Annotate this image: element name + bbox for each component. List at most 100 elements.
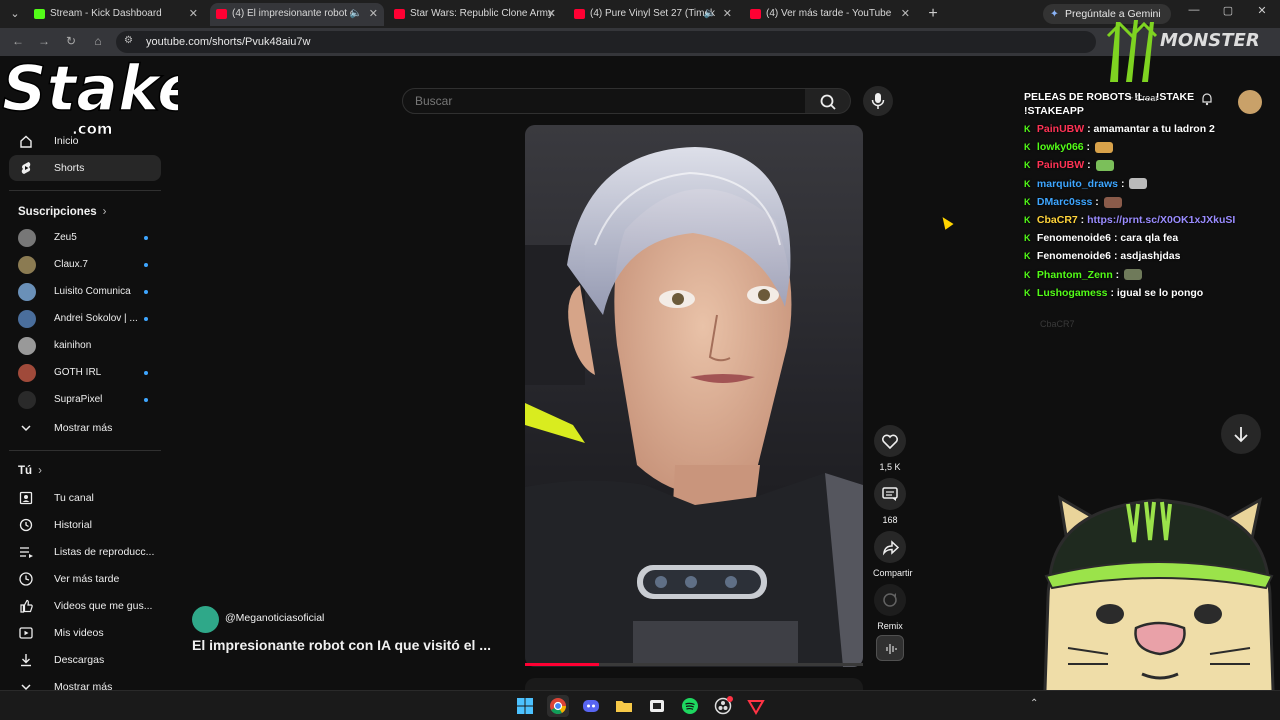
clock-icon — [19, 572, 33, 586]
close-window-button[interactable]: ✕ — [1252, 4, 1272, 17]
short-title[interactable]: El impresionante robot con IA que visitó… — [192, 637, 491, 653]
start-button[interactable] — [514, 695, 536, 717]
spotify-taskbar-button[interactable] — [679, 695, 701, 717]
subscription-item[interactable]: Luisito Comunica — [18, 280, 158, 302]
nav-you-item[interactable]: Descargas — [9, 647, 161, 673]
media-app-taskbar-button[interactable] — [646, 695, 668, 717]
video-progress-bar[interactable] — [525, 663, 863, 666]
subscription-item[interactable]: SupraPixel — [18, 388, 158, 410]
comment-icon — [882, 487, 898, 501]
like-button[interactable]: 1,5 K — [873, 425, 907, 473]
maximize-button[interactable]: ▢ — [1218, 4, 1238, 17]
nav-item-label: Videos que me gus... — [54, 600, 153, 612]
chat-message: K lowky066 : — [1024, 140, 1113, 154]
search-input[interactable] — [403, 89, 805, 113]
file-explorer-taskbar-button[interactable] — [613, 695, 635, 717]
new-content-dot — [144, 317, 148, 321]
new-content-dot — [144, 398, 148, 402]
channel-avatar — [18, 391, 36, 409]
browser-tab[interactable]: Stream - Kick Dashboard ✕ — [28, 3, 204, 26]
show-more-subscriptions[interactable]: Mostrar más — [9, 415, 161, 441]
stream-title: PELEAS DE ROBOTS !L... !STAKE !STAKEAPP — [1024, 91, 1195, 117]
discord-taskbar-button[interactable] — [580, 695, 602, 717]
chat-username: Lushogamess — [1036, 286, 1108, 299]
tab-title: Stream - Kick Dashboard — [50, 8, 162, 19]
kick-badge-icon: K — [1024, 269, 1031, 280]
chrome-taskbar-button[interactable] — [547, 695, 569, 717]
subscription-label: Claux.7 — [54, 259, 88, 270]
chat-emote-icon — [1129, 178, 1148, 190]
tab-close-icon[interactable]: ✕ — [723, 3, 732, 25]
tab-close-icon[interactable]: ✕ — [901, 3, 910, 25]
tab-close-icon[interactable]: ✕ — [189, 3, 198, 25]
browser-tab[interactable]: (4) Ver más tarde - YouTube ✕ — [744, 3, 916, 26]
browser-tab[interactable]: (4) Pure Vinyl Set 27 (Timek 🔈 ✕ — [568, 3, 738, 26]
minimize-button[interactable]: — — [1184, 4, 1204, 16]
browser-tab[interactable]: Star Wars: Republic Clone Army ✕ — [388, 3, 562, 26]
playlist-icon — [20, 547, 33, 558]
nav-you-item[interactable]: Listas de reproducc... — [9, 539, 161, 565]
nav-you-item[interactable]: Historial — [9, 512, 161, 538]
channel-handle[interactable]: @Meganoticiasoficial — [225, 612, 324, 624]
next-short-button[interactable] — [1221, 414, 1261, 454]
subscription-item[interactable]: GOTH IRL — [18, 361, 158, 383]
tab-audio-icon[interactable]: 🔈 — [704, 3, 716, 25]
browser-tab[interactable]: (4) El impresionante robot c 🔈 ✕ — [210, 3, 384, 26]
nav-item-label: Tu canal — [54, 492, 94, 504]
tab-close-icon[interactable]: ✕ — [369, 3, 378, 25]
you-heading[interactable]: Tú › — [18, 465, 42, 477]
next-short-preview[interactable] — [525, 678, 863, 690]
red-app-taskbar-button[interactable] — [745, 695, 767, 717]
tab-favicon-icon — [34, 9, 45, 19]
chat-separator: : — [1083, 141, 1093, 154]
nav-home[interactable]: Inicio — [9, 128, 161, 154]
kick-badge-icon: K — [1024, 124, 1031, 134]
search-button[interactable] — [805, 88, 851, 114]
sound-thumbnail[interactable] — [876, 635, 904, 661]
home-button[interactable]: ⌂ — [90, 34, 106, 48]
svg-text:Stake: Stake — [2, 52, 178, 125]
nav-you-item[interactable]: Videos que me gus... — [9, 593, 161, 619]
obs-taskbar-button[interactable] — [712, 695, 734, 717]
remix-button[interactable]: Remix — [873, 584, 907, 632]
subscription-label: kainihon — [54, 340, 92, 351]
folder-icon — [616, 701, 632, 712]
chrome-icon — [550, 698, 567, 715]
omnibox[interactable]: ⚙ youtube.com/shorts/Pvuk48aiu7w — [116, 31, 1096, 53]
nav-you-item[interactable]: Ver más tarde — [9, 566, 161, 592]
channel-avatar[interactable] — [192, 606, 219, 633]
subscription-item[interactable]: Zeu5 — [18, 226, 158, 248]
reload-button[interactable]: ↻ — [63, 34, 79, 48]
back-button[interactable]: ← — [10, 34, 26, 48]
short-video-player[interactable] — [525, 125, 863, 667]
subscription-item[interactable]: Claux.7 — [18, 253, 158, 275]
chat-text: igual se lo pongo — [1116, 286, 1204, 299]
new-tab-button[interactable]: + — [924, 3, 942, 25]
subscription-item[interactable]: Andrei Sokolov | ... — [18, 307, 158, 329]
search-box[interactable] — [402, 88, 806, 114]
voice-search-button[interactable] — [863, 86, 893, 116]
comments-button[interactable]: 168 — [873, 478, 907, 526]
tab-audio-icon[interactable]: 🔈 — [350, 3, 362, 25]
subscriptions-heading[interactable]: Suscripciones › — [18, 206, 106, 218]
chat-text: cara qla fea — [1120, 232, 1179, 245]
chat-separator: : — [1111, 250, 1121, 263]
tab-search-button[interactable]: ⌄ — [6, 5, 24, 23]
kick-badge-icon: K — [1024, 215, 1031, 225]
nav-you-item[interactable]: Tu canal — [9, 485, 161, 511]
tab-favicon-icon — [750, 9, 761, 19]
nav-shorts[interactable]: Shorts — [9, 155, 161, 181]
channel-icon — [19, 491, 33, 505]
site-info-icon[interactable]: ⚙ — [124, 35, 138, 49]
chat-text: amamantar a tu ladron 2 — [1093, 123, 1215, 135]
video-frame — [525, 125, 863, 667]
chat-separator: : — [1084, 159, 1094, 172]
subscription-item[interactable]: kainihon — [18, 334, 158, 356]
tray-overflow-icon[interactable]: ⌃ — [1030, 698, 1038, 709]
nav-item-label: Historial — [54, 519, 92, 531]
nav-you-item[interactable]: Mis videos — [9, 620, 161, 646]
forward-button[interactable]: → — [36, 34, 52, 48]
gemini-icon: ✦ — [1050, 8, 1059, 20]
share-button[interactable]: Compartir — [873, 531, 913, 579]
tab-close-icon[interactable]: ✕ — [547, 3, 556, 25]
